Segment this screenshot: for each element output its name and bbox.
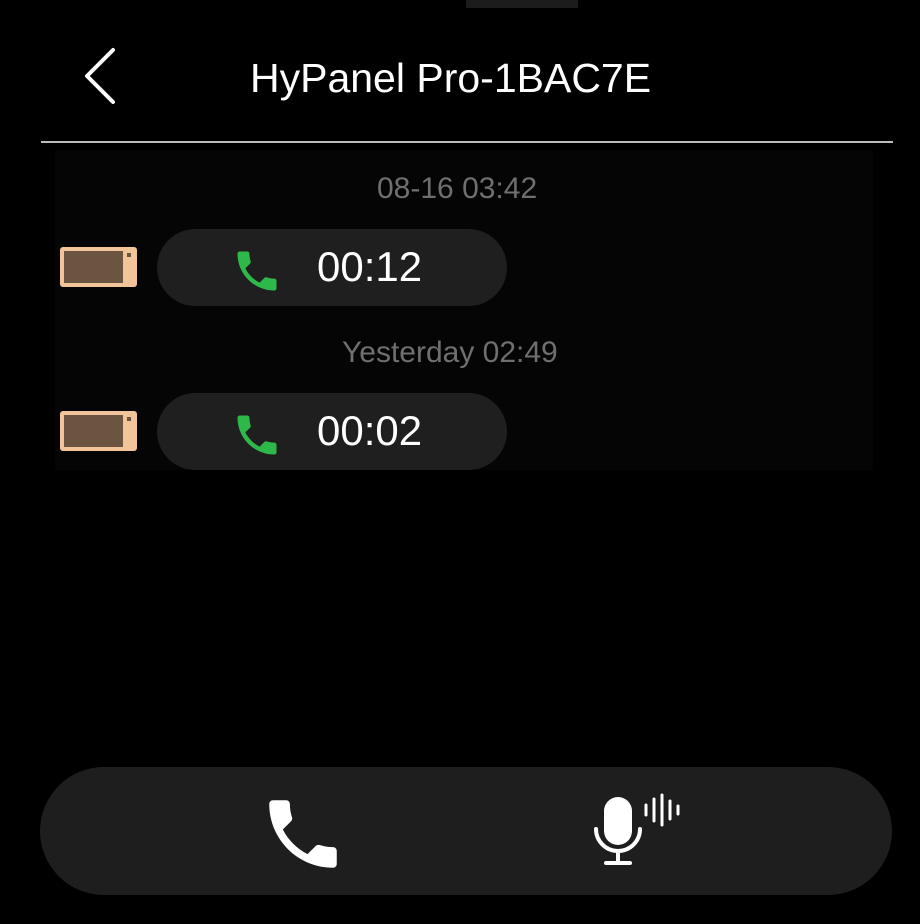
header-divider [41,141,893,143]
back-button[interactable] [66,40,136,112]
call-duration: 00:02 [317,407,423,454]
phone-icon [237,415,277,455]
phone-icon [269,800,337,868]
call-button[interactable] [258,789,348,879]
phone-icon [237,251,277,291]
header: HyPanel Pro-1BAC7E [0,0,920,142]
tablet-device-icon [60,247,137,287]
chevron-left-icon [85,48,115,104]
call-history: 08-16 03:42 00:12 Yesterday 02:49 00:02 [55,150,873,470]
page-title: HyPanel Pro-1BAC7E [250,55,652,101]
microphone-voice-icon [594,793,680,865]
voice-talk-button[interactable] [588,785,698,875]
call-timestamp: Yesterday 02:49 [342,336,558,369]
tablet-device-icon [60,411,137,451]
call-timestamp: 08-16 03:42 [377,172,538,205]
action-bar [40,767,892,895]
call-record-bubble[interactable]: 00:12 [157,229,507,306]
call-record-bubble[interactable]: 00:02 [157,393,507,470]
call-duration: 00:12 [317,243,423,290]
